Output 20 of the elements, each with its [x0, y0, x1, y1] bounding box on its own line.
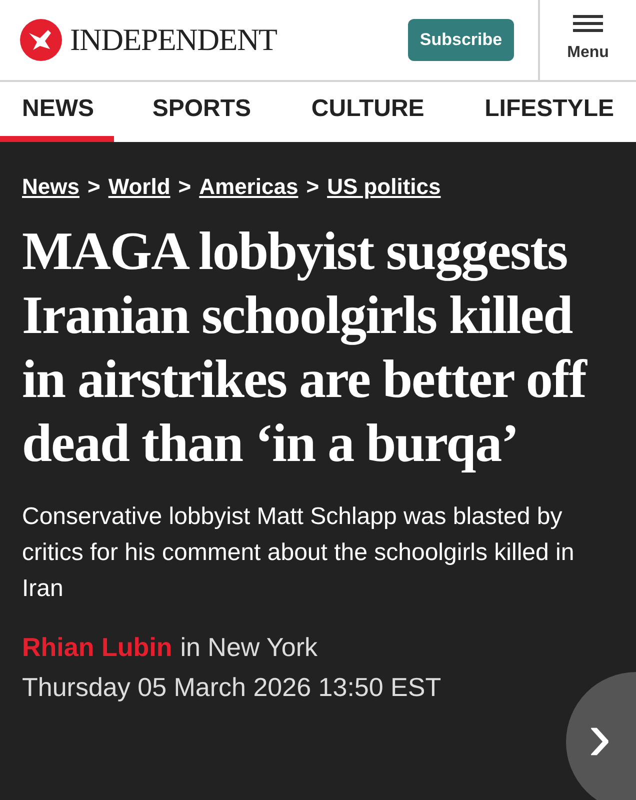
breadcrumb-link[interactable]: News: [22, 170, 80, 203]
breadcrumb-separator: >: [87, 173, 100, 201]
nav-tab[interactable]: SPORTS: [130, 82, 274, 142]
breadcrumb-link[interactable]: Americas: [199, 170, 298, 203]
publish-date: Thursday 05 March 2026 13:50 EST: [22, 671, 442, 704]
next-article-button[interactable]: ›: [566, 672, 636, 800]
breadcrumb-separator: >: [306, 173, 320, 201]
nav-tab[interactable]: LIFESTYLE: [462, 82, 636, 142]
author-location: in New York: [180, 631, 318, 664]
subscribe-button[interactable]: Subscribe: [408, 19, 514, 61]
nav-tab[interactable]: CULTURE: [289, 82, 446, 142]
menu-icon: [573, 15, 603, 33]
nav-tab[interactable]: NEWS: [0, 82, 114, 142]
article-headline: MAGA lobbyist suggests Iranian schoolgirls killed in airstrikes are better off dead than ‘in a burqa’: [22, 220, 588, 475]
article-standfirst: Conservative lobbyist Matt Schlapp was blasted by critics for his comment about the schoolgirls killed in Iran: [22, 502, 576, 604]
menu-label: Menu: [567, 43, 609, 63]
breadcrumb-separator: >: [178, 173, 192, 201]
breadcrumb-link[interactable]: World: [108, 170, 170, 203]
breadcrumb-link[interactable]: US politics: [327, 170, 441, 203]
logo-wordmark[interactable]: INDEPENDENT: [70, 16, 277, 64]
